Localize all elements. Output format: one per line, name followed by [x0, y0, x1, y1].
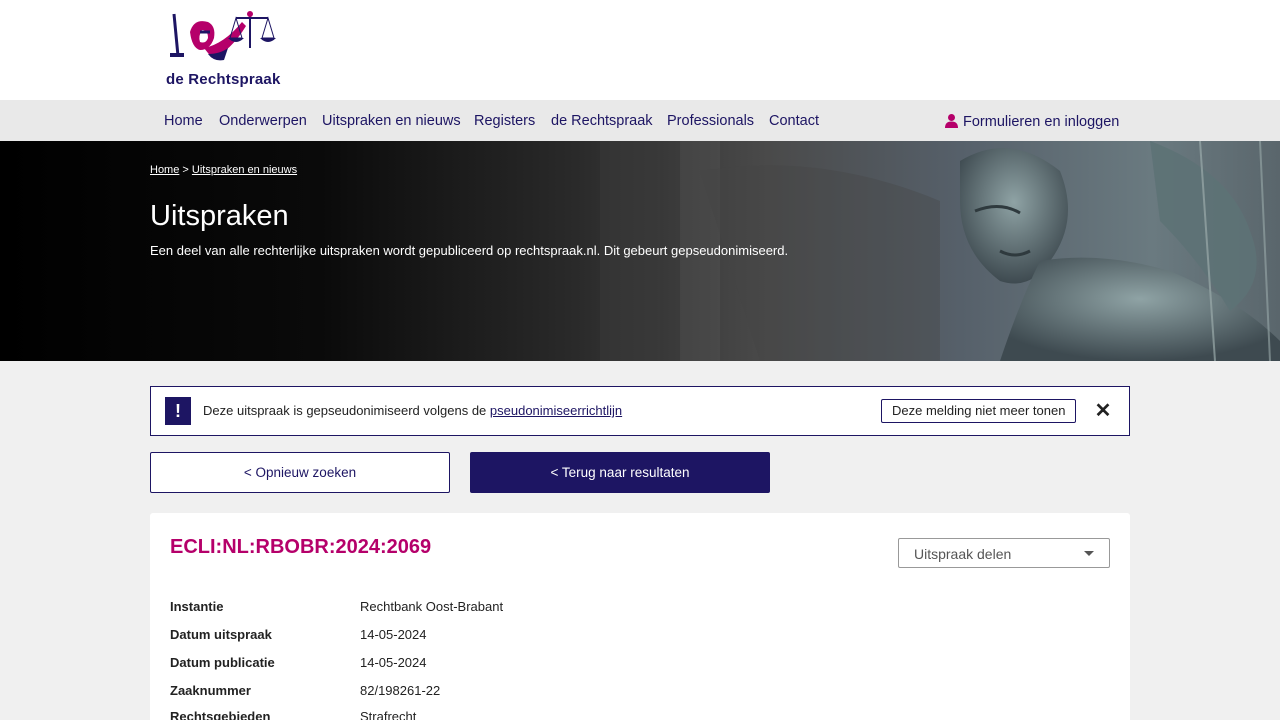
- site-header: de Rechtspraak: [0, 0, 1280, 100]
- main-navigation: Home Onderwerpen Uitspraken en nieuws Re…: [0, 100, 1280, 141]
- page-subtitle: Een deel van alle rechterlijke uitsprake…: [150, 243, 789, 258]
- metadata-row: Instantie Rechtbank Oost-Brabant: [170, 599, 770, 619]
- breadcrumb-home-link[interactable]: Home: [150, 164, 179, 176]
- share-ruling-dropdown[interactable]: Uitspraak delen: [898, 538, 1110, 568]
- nav-item-de-rechtspraak[interactable]: de Rechtspraak: [551, 113, 653, 129]
- metadata-label: Datum publicatie: [170, 655, 275, 670]
- metadata-value: Rechtbank Oost-Brabant: [360, 599, 504, 614]
- nav-item-onderwerpen[interactable]: Onderwerpen: [219, 113, 307, 129]
- metadata-label: Zaaknummer: [170, 683, 251, 698]
- metadata-label: Rechtsgebieden: [170, 709, 271, 720]
- exclamation-icon: !: [165, 397, 191, 425]
- login-label: Formulieren en inloggen: [963, 114, 1120, 130]
- ecli-identifier: ECLI:NL:RBOBR:2024:2069: [170, 536, 432, 558]
- metadata-row: Zaaknummer 82/198261-22: [170, 683, 770, 703]
- dismiss-notice-button[interactable]: Deze melding niet meer tonen: [881, 399, 1077, 423]
- notice-message: Deze uitspraak is gepseudonimiseerd volg…: [203, 403, 622, 418]
- notice-text: Deze uitspraak is gepseudonimiseerd volg…: [203, 403, 487, 418]
- pseudonymisation-notice: ! Deze uitspraak is gepseudonimiseerd vo…: [150, 386, 1130, 436]
- search-again-button[interactable]: < Opnieuw zoeken: [150, 452, 450, 493]
- metadata-row: Datum publicatie 14-05-2024: [170, 655, 770, 675]
- nav-item-registers[interactable]: Registers: [474, 113, 535, 129]
- nav-item-home[interactable]: Home: [164, 113, 203, 129]
- login-link[interactable]: Formulieren en inloggen: [944, 113, 1119, 130]
- lady-justice-logo-icon: [170, 11, 276, 61]
- nav-item-uitspraken-en-nieuws[interactable]: Uitspraken en nieuws: [322, 113, 461, 129]
- logo-text: de Rechtspraak: [166, 71, 281, 88]
- hero-banner: Home > Uitspraken en nieuws Uitspraken E…: [0, 141, 1280, 361]
- metadata-value: 14-05-2024: [360, 655, 427, 670]
- metadata-value: 82/198261-22: [360, 683, 441, 698]
- breadcrumb-separator: >: [182, 164, 189, 176]
- breadcrumb: Home > Uitspraken en nieuws: [150, 164, 297, 176]
- share-ruling-label: Uitspraak delen: [914, 546, 1012, 562]
- metadata-value: Strafrecht: [360, 709, 417, 720]
- back-to-results-button[interactable]: < Terug naar resultaten: [470, 452, 770, 493]
- metadata-label: Datum uitspraak: [170, 627, 272, 642]
- page-title: Uitspraken: [150, 200, 289, 232]
- close-icon[interactable]: ✕: [1094, 401, 1112, 421]
- pseudonymisation-guideline-link[interactable]: pseudonimiseerrichtlijn: [490, 403, 622, 418]
- breadcrumb-current-link[interactable]: Uitspraken en nieuws: [192, 164, 297, 176]
- nav-item-contact[interactable]: Contact: [769, 113, 819, 129]
- metadata-row: Rechtsgebieden Strafrecht: [170, 709, 770, 720]
- ruling-card: ECLI:NL:RBOBR:2024:2069 Uitspraak delen …: [150, 513, 1130, 720]
- user-icon: [945, 114, 958, 128]
- chevron-down-icon: [1084, 551, 1094, 556]
- metadata-value: 14-05-2024: [360, 627, 427, 642]
- nav-item-professionals[interactable]: Professionals: [667, 113, 754, 129]
- rechtspraak-logo[interactable]: de Rechtspraak: [164, 8, 296, 90]
- metadata-label: Instantie: [170, 599, 224, 614]
- metadata-row: Datum uitspraak 14-05-2024: [170, 627, 770, 647]
